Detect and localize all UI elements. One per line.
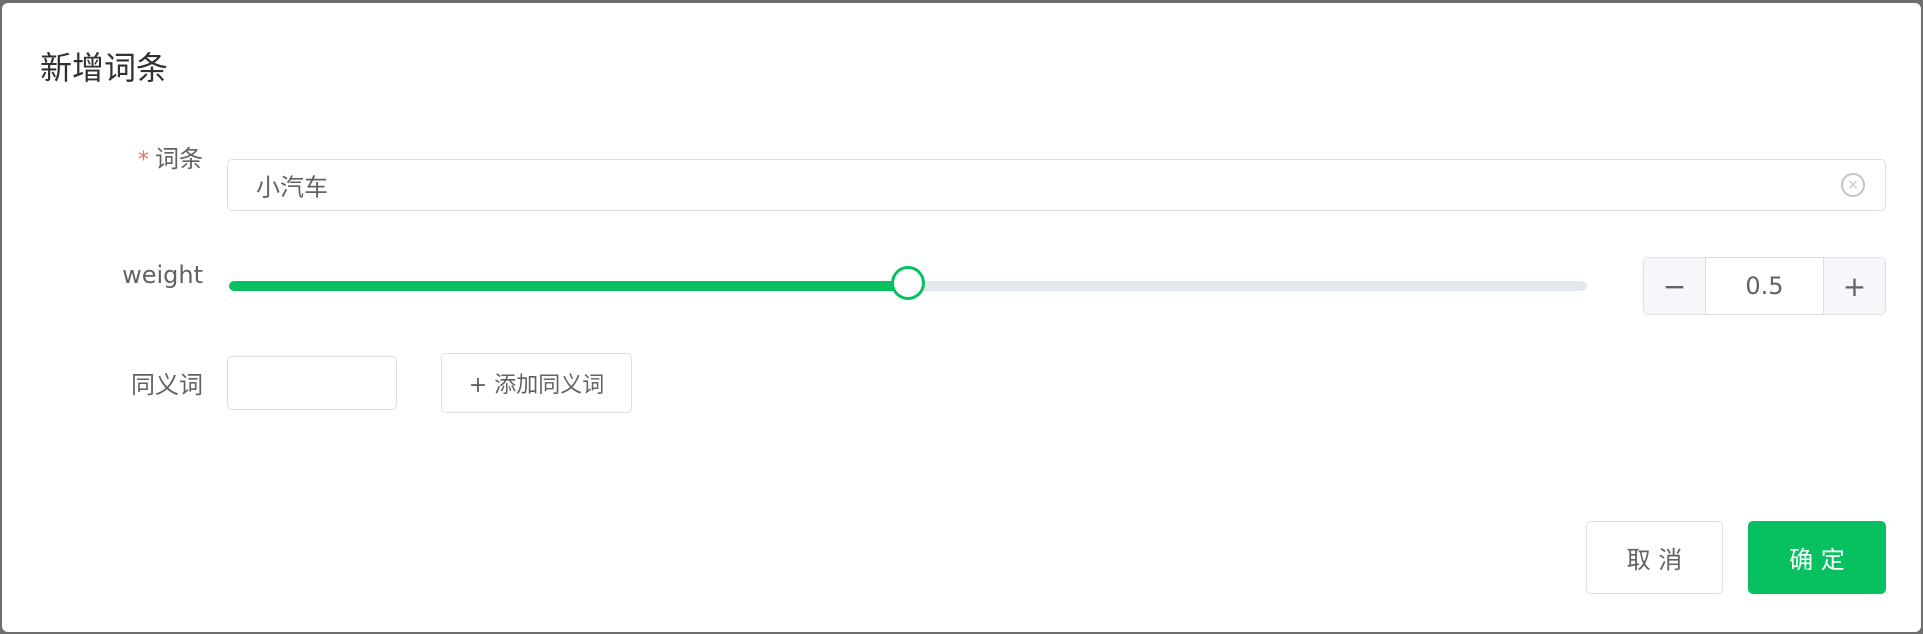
add-term-dialog: 新增词条 * 词条 小汽车 × weight − 0.5 + 同义词 + 添加同义… bbox=[2, 3, 1921, 632]
term-input[interactable]: 小汽车 × bbox=[227, 159, 1886, 211]
required-mark: * bbox=[138, 148, 149, 173]
slider-thumb[interactable] bbox=[891, 266, 925, 300]
term-label: * 词条 bbox=[138, 139, 203, 174]
decrement-button[interactable]: − bbox=[1644, 258, 1706, 314]
add-synonym-button[interactable]: + 添加同义词 bbox=[441, 353, 632, 413]
slider-fill bbox=[229, 281, 908, 291]
weight-value[interactable]: 0.5 bbox=[1706, 258, 1823, 314]
weight-label: weight bbox=[122, 261, 203, 289]
synonym-label: 同义词 bbox=[131, 371, 203, 399]
weight-slider[interactable] bbox=[229, 266, 1587, 300]
minus-icon: − bbox=[1662, 269, 1687, 303]
cancel-button[interactable]: 取 消 bbox=[1586, 521, 1723, 594]
clear-icon[interactable]: × bbox=[1841, 173, 1865, 197]
weight-stepper: − 0.5 + bbox=[1643, 257, 1886, 315]
term-label-text: 词条 bbox=[155, 145, 203, 173]
synonym-input[interactable] bbox=[227, 356, 397, 410]
confirm-button[interactable]: 确 定 bbox=[1748, 521, 1886, 594]
plus-icon: + bbox=[1842, 269, 1867, 303]
dialog-title: 新增词条 bbox=[40, 49, 169, 87]
increment-button[interactable]: + bbox=[1823, 258, 1885, 314]
term-input-value: 小汽车 bbox=[256, 173, 328, 202]
